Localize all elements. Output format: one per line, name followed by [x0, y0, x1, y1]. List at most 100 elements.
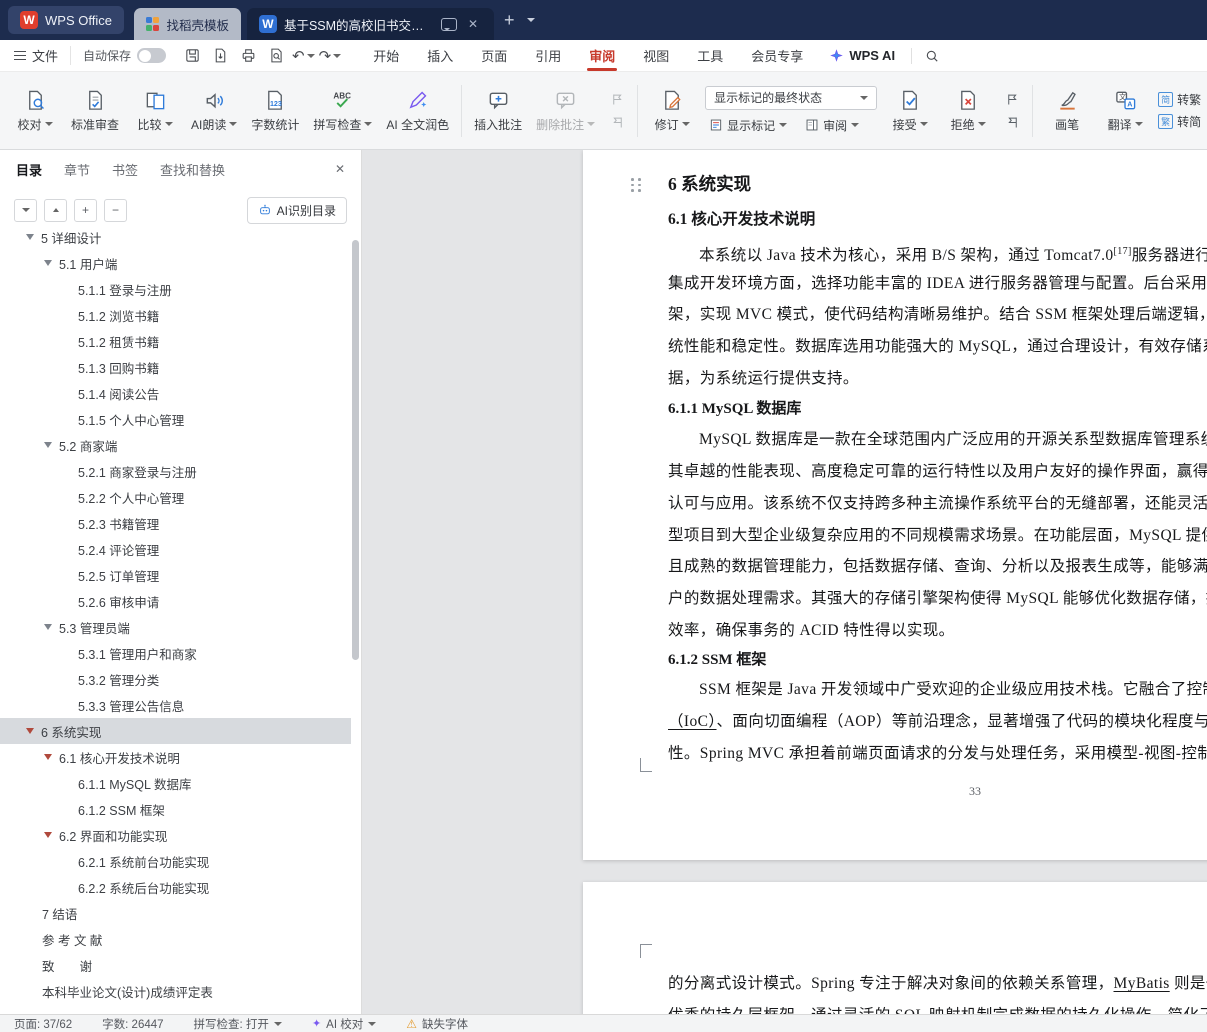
wps-ai-button[interactable]: WPS AI	[817, 48, 907, 63]
outline-item[interactable]: 5.1.2 浏览书籍	[0, 302, 351, 328]
tab-insert[interactable]: 插入	[413, 40, 467, 71]
redo-button[interactable]: ↷	[319, 47, 342, 65]
ai-polish-button[interactable]: AI 全文润色	[379, 85, 456, 137]
review-pane-button[interactable]: 审阅	[801, 115, 863, 136]
print-preview-button[interactable]	[263, 44, 289, 68]
outline-item[interactable]: 5.1 用户端	[0, 250, 351, 276]
sidebar-tab-find-replace[interactable]: 查找和替换	[160, 160, 225, 179]
proofread-button[interactable]: 校对	[6, 85, 64, 137]
word-count-indicator[interactable]: 字数: 26447	[102, 1016, 163, 1032]
outline-item[interactable]: 5 详细设计	[0, 232, 351, 250]
expand-arrow-icon[interactable]	[44, 832, 52, 838]
accept-button[interactable]: 接受	[881, 85, 939, 137]
ai-recognize-outline-button[interactable]: AI识别目录	[246, 196, 347, 224]
delete-comment-button[interactable]: 删除批注	[529, 85, 602, 137]
outline-item[interactable]: 6.2.1 系统前台功能实现	[0, 848, 351, 874]
wps-office-home-button[interactable]: W WPS Office	[8, 6, 124, 34]
previous-comment-button[interactable]	[606, 90, 628, 108]
expand-arrow-icon[interactable]	[44, 260, 52, 266]
expand-arrow-icon[interactable]	[26, 234, 34, 240]
track-changes-button[interactable]: 修订	[643, 85, 701, 137]
tab-list-chevron-icon[interactable]	[526, 18, 535, 22]
tab-tools[interactable]: 工具	[683, 40, 737, 71]
outline-item[interactable]: 5.2.5 订单管理	[0, 562, 351, 588]
close-tab-icon[interactable]: ✕	[464, 15, 482, 33]
export-pdf-button[interactable]	[207, 44, 233, 68]
expand-arrow-icon[interactable]	[26, 728, 34, 734]
undo-chevron-icon[interactable]	[306, 53, 315, 58]
outline-item[interactable]: 5.1.5 个人中心管理	[0, 406, 351, 432]
outline-item[interactable]: 5.2.6 审核申请	[0, 588, 351, 614]
sidebar-scrollbar[interactable]	[352, 240, 359, 660]
outline-item[interactable]: 5.1.1 登录与注册	[0, 276, 351, 302]
save-button[interactable]	[179, 44, 205, 68]
outline-item[interactable]: 5.1.4 阅读公告	[0, 380, 351, 406]
redo-chevron-icon[interactable]	[333, 53, 342, 58]
file-menu-button[interactable]: 文件	[14, 46, 72, 65]
outline-item[interactable]: 5.2.1 商家登录与注册	[0, 458, 351, 484]
outline-item[interactable]: 5.3 管理员端	[0, 614, 351, 640]
outline-item[interactable]: 致 谢	[0, 952, 351, 978]
outline-item[interactable]: 5.3.3 管理公告信息	[0, 692, 351, 718]
markup-state-dropdown[interactable]: 显示标记的最终状态	[705, 85, 878, 110]
zoom-in-outline-button[interactable]: +	[74, 198, 97, 222]
simplified-to-traditional-button[interactable]: 简 转繁	[1158, 91, 1201, 108]
outline-item-selected[interactable]: 6 系统实现	[0, 718, 351, 744]
next-revision-button[interactable]	[1001, 113, 1023, 131]
outline-item[interactable]: 6.1.1 MySQL 数据库	[0, 770, 351, 796]
tab-review[interactable]: 审阅	[575, 40, 629, 71]
outline-item[interactable]: 参 考 文 献	[0, 926, 351, 952]
expand-arrow-icon[interactable]	[44, 754, 52, 760]
tab-home[interactable]: 开始	[359, 40, 413, 71]
outline-item[interactable]: 6.2 界面和功能实现	[0, 822, 351, 848]
ai-proofread-status[interactable]: ✦ AI 校对	[312, 1016, 377, 1032]
expand-arrow-icon[interactable]	[44, 624, 52, 630]
document-page-2[interactable]: 的分离式设计模式。Spring 专注于解决对象间的依赖关系管理，MyBatis …	[583, 882, 1207, 1014]
outline-item[interactable]: 6.1 核心开发技术说明	[0, 744, 351, 770]
traditional-to-simplified-button[interactable]: 繁 转简	[1158, 113, 1201, 130]
sidebar-tab-chapters[interactable]: 章节	[64, 160, 90, 179]
spell-check-button[interactable]: ABC 拼写检查	[306, 85, 379, 137]
paragraph-drag-handle-icon[interactable]	[631, 178, 641, 192]
next-comment-button[interactable]	[606, 113, 628, 131]
outline-item[interactable]: 5.1.3 回购书籍	[0, 354, 351, 380]
print-button[interactable]	[235, 44, 261, 68]
ai-read-aloud-button[interactable]: AI朗读	[184, 85, 244, 137]
outline-item[interactable]: 6.1.2 SSM 框架	[0, 796, 351, 822]
undo-button[interactable]: ↶	[292, 47, 315, 65]
search-button[interactable]	[916, 48, 948, 64]
insert-comment-button[interactable]: 插入批注	[467, 85, 529, 137]
expand-all-button[interactable]	[44, 198, 67, 222]
spell-check-status[interactable]: 拼写检查: 打开	[194, 1016, 282, 1032]
outline-item[interactable]: 5.3.2 管理分类	[0, 666, 351, 692]
expand-arrow-icon[interactable]	[44, 442, 52, 448]
close-sidebar-icon[interactable]: ✕	[335, 162, 345, 176]
outline-item[interactable]: 5.2.2 个人中心管理	[0, 484, 351, 510]
previous-revision-button[interactable]	[1001, 90, 1023, 108]
standard-review-button[interactable]: 标准审查	[64, 85, 126, 137]
translate-button[interactable]: 文A 翻译	[1096, 85, 1154, 137]
outline-item[interactable]: 5.2.3 书籍管理	[0, 510, 351, 536]
tab-page[interactable]: 页面	[467, 40, 521, 71]
compare-button[interactable]: 比较	[126, 85, 184, 137]
collapse-all-button[interactable]	[14, 198, 37, 222]
tab-reference[interactable]: 引用	[521, 40, 575, 71]
sidebar-tab-bookmarks[interactable]: 书签	[112, 160, 138, 179]
zoom-out-outline-button[interactable]: −	[104, 198, 127, 222]
document-page-1[interactable]: 6 系统实现 6.1 核心开发技术说明 本系统以 Java 技术为核心，采用 B…	[583, 150, 1207, 860]
tab-member[interactable]: 会员专享	[737, 40, 817, 71]
page-indicator[interactable]: 页面: 37/62	[14, 1016, 72, 1032]
outline-item[interactable]: 6.2.2 系统后台功能实现	[0, 874, 351, 900]
outline-item[interactable]: 5.2.4 评论管理	[0, 536, 351, 562]
show-markup-button[interactable]: 显示标记	[705, 115, 791, 136]
sidebar-tab-contents[interactable]: 目录	[16, 160, 42, 179]
tab-document[interactable]: W 基于SSM的高校旧书交易系统 ✕	[246, 8, 495, 40]
tab-docer-templates[interactable]: 找稻壳模板	[133, 8, 241, 40]
ink-brush-button[interactable]: 画笔	[1038, 85, 1096, 137]
outline-item[interactable]: 7 结语	[0, 900, 351, 926]
document-canvas[interactable]: 6 系统实现 6.1 核心开发技术说明 本系统以 Java 技术为核心，采用 B…	[362, 150, 1207, 1014]
word-count-button[interactable]: 123 字数统计	[244, 85, 306, 137]
tab-view[interactable]: 视图	[629, 40, 683, 71]
new-tab-button[interactable]: +	[494, 10, 525, 31]
outline-item[interactable]: 5.3.1 管理用户和商家	[0, 640, 351, 666]
